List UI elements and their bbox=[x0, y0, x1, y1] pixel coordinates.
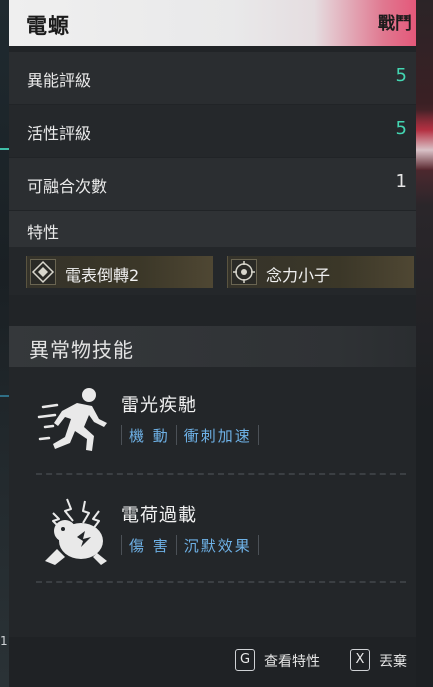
action-footer: G 查看特性 X 丟棄 bbox=[9, 637, 416, 687]
skill-name: 雷光疾馳 bbox=[121, 395, 197, 416]
skill-tags: 機 動 衝刺加速 bbox=[121, 425, 266, 445]
item-name: 電螈 bbox=[26, 14, 70, 38]
running-figure-icon bbox=[37, 388, 107, 451]
skill-lightning-dash: 雷光疾馳 機 動 衝刺加速 bbox=[9, 367, 416, 477]
traits-list: 電表倒轉2 念力小子 bbox=[9, 247, 416, 295]
background-glow bbox=[416, 110, 433, 170]
key-hint-g: G bbox=[235, 649, 255, 671]
stat-value: 5 bbox=[395, 118, 407, 139]
skill-divider bbox=[36, 473, 406, 475]
skill-tags: 傷 害 沉默效果 bbox=[121, 535, 266, 555]
stat-label: 活性評級 bbox=[27, 124, 92, 143]
skill-tag: 衝刺加速 bbox=[183, 426, 252, 445]
traits-section-label: 特性 bbox=[27, 223, 60, 242]
view-traits-label: 查看特性 bbox=[264, 654, 320, 670]
stat-row-ability-rating: 異能評級 5 bbox=[9, 52, 416, 104]
crosshair-icon bbox=[231, 259, 257, 285]
anomaly-skills-list: 雷光疾馳 機 動 衝刺加速 電荷過載 傷 害 沉默效果 bbox=[9, 367, 416, 637]
tag-separator bbox=[257, 425, 259, 445]
item-category-tag: 戰鬥 bbox=[378, 14, 412, 34]
stat-value: 1 bbox=[395, 171, 407, 192]
trait-name: 念力小子 bbox=[266, 266, 331, 285]
anomaly-skills-label: 異常物技能 bbox=[29, 338, 134, 362]
trait-chip-meter-reverse[interactable]: 電表倒轉2 bbox=[26, 256, 213, 288]
background-accent-mark bbox=[0, 148, 9, 150]
skill-name: 電荷過載 bbox=[121, 505, 197, 526]
discard-label: 丟棄 bbox=[379, 654, 407, 670]
item-detail-screen: 1 電螈 戰鬥 異能評級 5 活性評級 5 可融合次數 1 特性 電表倒轉2 念… bbox=[0, 0, 433, 687]
background-left-strip: 1 bbox=[0, 0, 9, 687]
stat-value: 5 bbox=[395, 65, 407, 86]
tag-separator bbox=[257, 535, 259, 555]
detail-panel: 電螈 戰鬥 異能評級 5 活性評級 5 可融合次數 1 特性 電表倒轉2 念力小… bbox=[9, 0, 416, 687]
panel-header: 電螈 戰鬥 bbox=[9, 0, 416, 46]
stat-row-fusion-count: 可融合次數 1 bbox=[9, 158, 416, 210]
trait-chip-psychic-kid[interactable]: 念力小子 bbox=[227, 256, 414, 288]
key-hint-x: X bbox=[350, 649, 370, 671]
diamond-icon bbox=[30, 259, 56, 285]
background-accent-mark bbox=[0, 395, 9, 397]
stat-row-activity-rating: 活性評級 5 bbox=[9, 105, 416, 157]
anomaly-skills-header: 異常物技能 bbox=[9, 326, 416, 367]
tag-separator bbox=[121, 425, 122, 445]
tag-separator bbox=[175, 535, 177, 555]
tag-separator bbox=[175, 425, 177, 445]
stat-label: 可融合次數 bbox=[27, 177, 108, 196]
background-digit: 1 bbox=[0, 634, 8, 648]
traits-section-header: 特性 bbox=[9, 211, 416, 247]
tag-separator bbox=[121, 535, 122, 555]
background-right-strip bbox=[416, 0, 433, 687]
skill-tag: 傷 害 bbox=[129, 536, 170, 555]
trait-name: 電表倒轉2 bbox=[65, 266, 140, 285]
electric-creature-icon bbox=[45, 498, 107, 565]
stat-label: 異能評級 bbox=[27, 71, 92, 90]
skill-charge-overload: 電荷過載 傷 害 沉默效果 bbox=[9, 477, 416, 587]
skill-tag: 機 動 bbox=[129, 426, 170, 445]
skill-divider bbox=[36, 581, 406, 583]
skill-tag: 沉默效果 bbox=[183, 536, 252, 555]
